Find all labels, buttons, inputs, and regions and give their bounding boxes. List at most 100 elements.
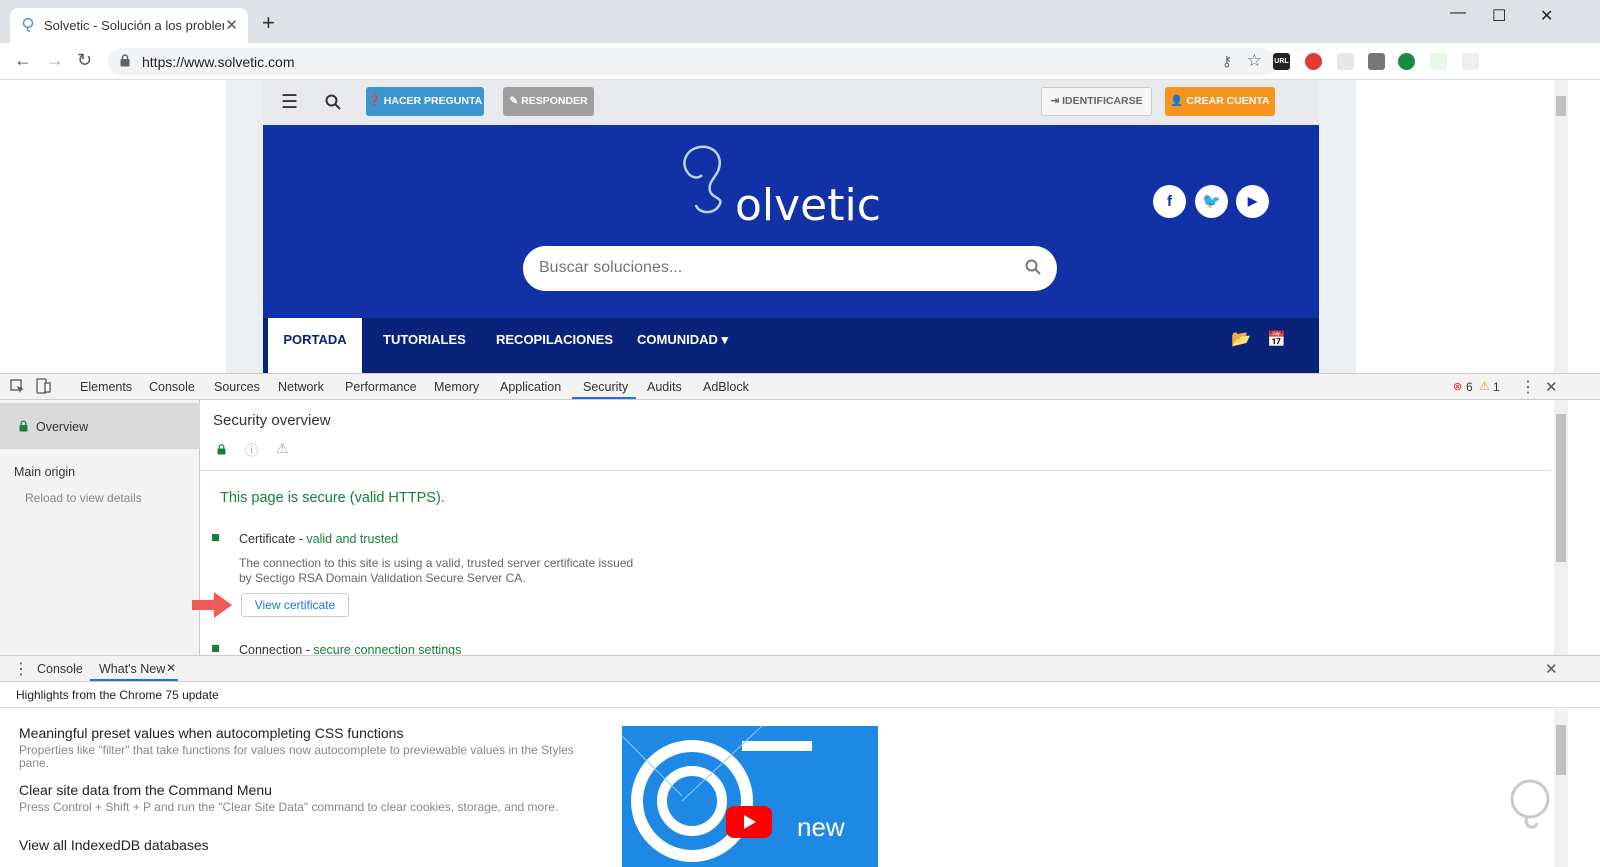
tab-memory[interactable]: Memory — [434, 380, 479, 394]
warning-icon[interactable]: ⚠ — [1479, 379, 1490, 393]
video-new-text: new — [797, 812, 845, 842]
security-panel: Overview Main origin Reload to view deta… — [0, 400, 1600, 657]
calendar-icon[interactable]: 📅 — [1267, 318, 1286, 373]
maximize-icon[interactable]: ☐ — [1492, 6, 1506, 26]
drawer-tabbar: ⋮ Console What's New ✕ ✕ — [0, 655, 1600, 682]
drawer-tab-console[interactable]: Console — [37, 662, 83, 676]
extension-icon[interactable] — [1462, 53, 1479, 70]
window-close-icon[interactable]: ✕ — [1540, 6, 1553, 26]
warning-count[interactable]: 1 — [1493, 380, 1500, 394]
drawer-scrollbar-thumb[interactable] — [1556, 725, 1566, 775]
whats-new-video-thumbnail[interactable]: new — [622, 726, 878, 867]
user-plus-icon: 👤 — [1170, 95, 1184, 107]
extension-icon[interactable] — [1337, 53, 1354, 70]
browser-toolbar: ← → ↻ https://www.solvetic.com ⚷ ☆ URL 6… — [0, 43, 1600, 114]
devtools-menu-icon[interactable]: ⋮ — [1520, 377, 1536, 397]
nav-tutoriales[interactable]: TUTORIALES — [383, 318, 466, 373]
youtube-icon[interactable]: ▶ — [1236, 185, 1269, 218]
page-scrollbar[interactable] — [1554, 80, 1568, 373]
sidebar-item-overview[interactable]: Overview — [0, 403, 200, 449]
hacer-pregunta-button[interactable]: ❓ HACER PREGUNTA — [366, 87, 484, 116]
youtube-play-icon[interactable] — [726, 806, 772, 838]
search-placeholder: Buscar soluciones... — [539, 259, 683, 276]
watermark-logo-icon — [1510, 779, 1550, 829]
view-certificate-button[interactable]: View certificate — [241, 593, 349, 617]
certificate-heading: Certificate - valid and trusted — [239, 532, 398, 546]
inspect-element-icon[interactable] — [10, 379, 25, 394]
tab-adblock[interactable]: AdBlock — [703, 380, 749, 394]
certificate-label: Certificate - — [239, 532, 307, 546]
tab-sources[interactable]: Sources — [214, 380, 260, 394]
url-extension-icon[interactable]: URL — [1273, 53, 1290, 70]
device-toolbar-icon[interactable] — [36, 378, 51, 394]
certificate-description-1: The connection to this site is using a v… — [239, 556, 634, 570]
whats-new-item-title[interactable]: Clear site data from the Command Menu — [19, 782, 272, 798]
tab-performance[interactable]: Performance — [345, 380, 417, 394]
back-icon[interactable]: ← — [14, 51, 32, 69]
tab-title: Solvetic - Solución a los problem — [44, 18, 224, 33]
security-overview-title: Security overview — [213, 412, 331, 429]
whats-new-item-title[interactable]: View all IndexedDB databases — [19, 837, 209, 853]
certificate-status: valid and trusted — [306, 532, 399, 546]
reload-icon[interactable]: ↻ — [77, 51, 92, 69]
question-circle-icon: ❓ — [367, 95, 381, 107]
devtools-tabbar: Elements Console Sources Network Perform… — [0, 373, 1600, 400]
security-scrollbar-thumb[interactable] — [1556, 414, 1566, 562]
forward-icon[interactable]: → — [46, 51, 64, 69]
drawer-scrollbar[interactable] — [1554, 709, 1568, 867]
hamburger-menu-icon[interactable]: ☰ — [281, 91, 298, 114]
security-scrollbar[interactable] — [1554, 400, 1568, 655]
main-origin-heading: Main origin — [14, 465, 76, 479]
site-search-bar[interactable]: Buscar soluciones... — [523, 246, 1057, 291]
devtools-close-icon[interactable]: ✕ — [1545, 378, 1558, 396]
tab-application[interactable]: Application — [500, 380, 561, 394]
address-bar[interactable]: https://www.solvetic.com ⚷ ☆ — [108, 48, 1276, 76]
responder-button[interactable]: ✎ RESPONDER — [503, 87, 594, 116]
caret-down-icon: ▾ — [721, 332, 729, 347]
tab-network[interactable]: Network — [278, 380, 324, 394]
identificarse-label: IDENTIFICARSE — [1062, 95, 1143, 107]
page-secure-message: This page is secure (valid HTTPS). — [220, 490, 445, 506]
minimize-icon[interactable]: — — [1450, 4, 1466, 22]
drawer-tab-close-icon[interactable]: ✕ — [166, 661, 176, 675]
whats-new-item-desc: Properties like "filter" that take funct… — [19, 743, 574, 770]
drawer-close-icon[interactable]: ✕ — [1545, 660, 1558, 678]
tab-elements[interactable]: Elements — [80, 380, 132, 394]
password-key-icon[interactable]: ⚷ — [1222, 53, 1232, 70]
twitter-icon[interactable]: 🐦 — [1195, 185, 1228, 218]
active-tab-indicator — [572, 397, 636, 399]
extension-icon[interactable] — [1398, 53, 1415, 70]
tab-audits[interactable]: Audits — [647, 380, 682, 394]
lock-icon — [120, 54, 130, 67]
nav-recopilaciones[interactable]: RECOPILACIONES — [496, 318, 613, 373]
search-icon[interactable] — [1025, 259, 1041, 275]
new-tab-icon[interactable]: + — [262, 12, 275, 34]
facebook-icon[interactable]: f — [1153, 185, 1186, 218]
tab-security[interactable]: Security — [583, 380, 628, 394]
identificarse-button[interactable]: ⇥ IDENTIFICARSE — [1041, 87, 1152, 116]
security-overview-main: Security overview ⓘ ⚠ This page is secur… — [192, 400, 1582, 657]
folder-icon[interactable]: 📂 — [1231, 318, 1251, 373]
nav-comunidad[interactable]: COMUNIDAD ▾ — [637, 318, 728, 373]
browser-tab[interactable]: Solvetic - Solución a los problem ✕ — [10, 8, 248, 43]
site-main-nav: PORTADA TUTORIALES RECOPILACIONES COMUNI… — [263, 318, 1319, 373]
tab-console[interactable]: Console — [149, 380, 195, 394]
info-icon: ⓘ — [245, 443, 259, 458]
web-page-viewport: ☰ ❓ HACER PREGUNTA ✎ RESPONDER ⇥ IDENTIF… — [0, 80, 1568, 373]
site-search-icon[interactable] — [325, 94, 341, 110]
bookmark-star-icon[interactable]: ☆ — [1247, 51, 1262, 71]
whats-new-panel: Highlights from the Chrome 75 update Mea… — [0, 682, 1600, 867]
nav-portada[interactable]: PORTADA — [268, 318, 362, 373]
error-count[interactable]: 6 — [1466, 380, 1473, 394]
adblock-extension-icon[interactable] — [1305, 53, 1322, 70]
drawer-menu-icon[interactable]: ⋮ — [13, 659, 29, 679]
crear-cuenta-button[interactable]: 👤 CREAR CUENTA — [1165, 87, 1275, 116]
page-scrollbar-thumb[interactable] — [1556, 96, 1566, 116]
error-icon[interactable]: ⊗ — [1453, 380, 1462, 393]
extension-icon[interactable] — [1368, 53, 1385, 70]
tab-close-icon[interactable]: ✕ — [225, 16, 238, 34]
secure-lock-icon — [217, 444, 226, 455]
whats-new-item-title[interactable]: Meaningful preset values when autocomple… — [19, 725, 403, 741]
extension-icon[interactable] — [1430, 53, 1447, 70]
drawer-tab-whats-new[interactable]: What's New — [99, 662, 165, 676]
